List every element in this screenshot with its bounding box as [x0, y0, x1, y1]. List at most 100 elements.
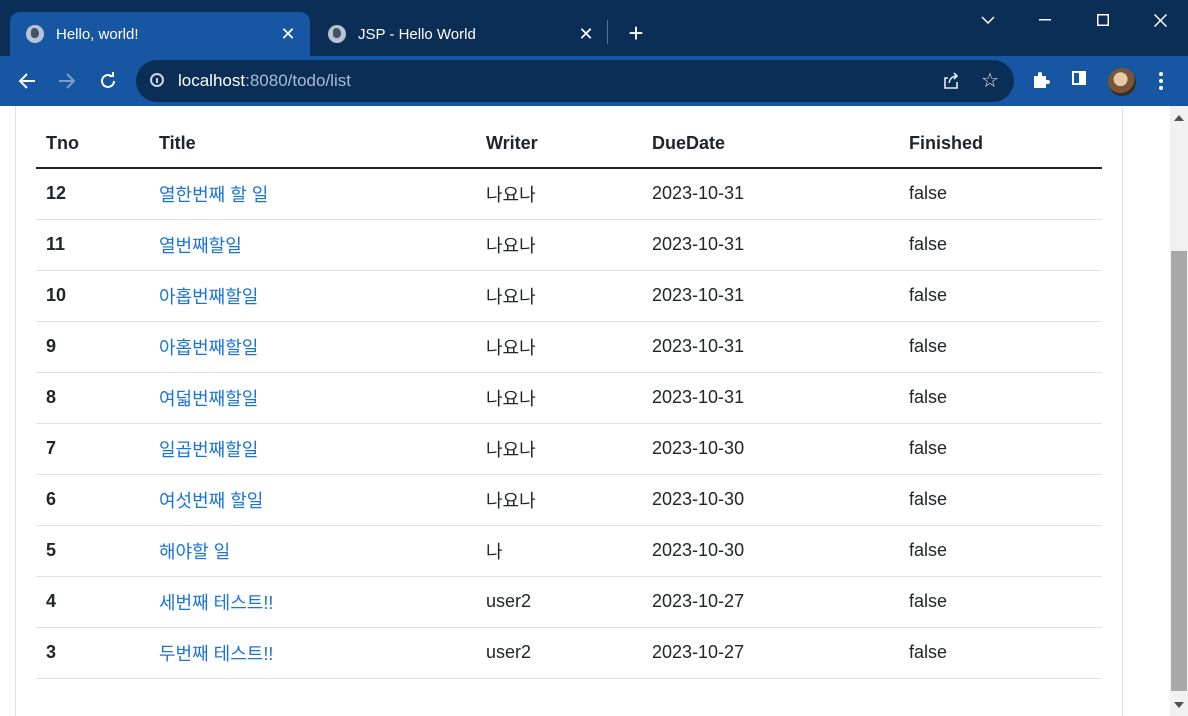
cell-finished: false [899, 270, 1102, 322]
minimize-icon [1039, 19, 1051, 21]
table-row: 3 두번째 테스트!! user2 2023-10-27 false [36, 627, 1102, 679]
cell-finished: false [899, 576, 1102, 628]
todo-title-link[interactable]: 열한번째 할 일 [159, 185, 268, 205]
cell-tno: 5 [36, 525, 149, 577]
table-row: 7 일곱번째할일 나요나 2023-10-30 false [36, 423, 1102, 475]
cell-finished: false [899, 474, 1102, 526]
address-bar[interactable]: localhost:8080/todo/list ☆ [136, 60, 1014, 102]
cell-title: 열한번째 할 일 [149, 168, 476, 220]
cell-tno: 11 [36, 219, 149, 271]
cell-writer: 나요나 [476, 270, 642, 322]
profile-avatar[interactable] [1108, 68, 1136, 96]
cell-title: 아홉번째할일 [149, 321, 476, 373]
cell-duedate: 2023-10-30 [642, 525, 899, 577]
tab-divider [607, 20, 608, 44]
cell-duedate: 2023-10-30 [642, 474, 899, 526]
table-row: 5 해야할 일 나 2023-10-30 false [36, 525, 1102, 577]
header-finished: Finished [899, 120, 1102, 169]
scroll-down-arrow-icon[interactable] [1174, 702, 1184, 708]
scroll-thumb[interactable] [1171, 251, 1187, 691]
cell-finished: false [899, 168, 1102, 220]
forward-button[interactable] [52, 66, 82, 96]
table-row: 11 열번째할일 나요나 2023-10-31 false [36, 219, 1102, 271]
cell-tno: 10 [36, 270, 149, 322]
reload-button[interactable] [93, 66, 123, 96]
cell-tno: 9 [36, 321, 149, 373]
star-icon[interactable]: ☆ [981, 68, 999, 93]
cell-duedate: 2023-10-27 [642, 627, 899, 679]
cell-duedate: 2023-10-31 [642, 270, 899, 322]
header-writer: Writer [476, 120, 642, 169]
side-panel-icon[interactable] [1072, 71, 1086, 85]
tab-search-button[interactable] [965, 6, 1011, 34]
tab-jsp-hello-world[interactable]: JSP - Hello World ✕ [312, 12, 608, 56]
todo-title-link[interactable]: 일곱번째할일 [159, 440, 258, 460]
close-window-button[interactable] [1137, 6, 1183, 34]
close-icon [1153, 13, 1167, 27]
cell-writer: 나 [476, 525, 642, 577]
close-icon[interactable]: ✕ [576, 24, 596, 44]
table-header-row: Tno Title Writer DueDate Finished [36, 120, 1102, 169]
close-icon[interactable]: ✕ [278, 24, 298, 44]
cell-tno: 8 [36, 372, 149, 424]
todo-title-link[interactable]: 세번째 테스트!! [159, 593, 273, 613]
cell-finished: false [899, 219, 1102, 271]
table-row: 10 아홉번째할일 나요나 2023-10-31 false [36, 270, 1102, 322]
table-row: 6 여섯번째 할일 나요나 2023-10-30 false [36, 474, 1102, 526]
todo-title-link[interactable]: 여덟번째할일 [159, 389, 258, 409]
cell-tno: 4 [36, 576, 149, 628]
cell-finished: false [899, 372, 1102, 424]
cell-writer: 나요나 [476, 219, 642, 271]
menu-icon[interactable] [1156, 68, 1166, 94]
cell-duedate: 2023-10-31 [642, 219, 899, 271]
cell-duedate: 2023-10-31 [642, 321, 899, 373]
minimize-button[interactable] [1022, 6, 1068, 34]
site-info-icon[interactable] [150, 73, 164, 87]
url-host: localhost [178, 71, 246, 90]
maximize-button[interactable] [1080, 6, 1126, 34]
todo-title-link[interactable]: 두번째 테스트!! [159, 644, 273, 664]
cell-title: 여섯번째 할일 [149, 474, 476, 526]
cell-duedate: 2023-10-31 [642, 168, 899, 220]
table-row: 12 열한번째 할 일 나요나 2023-10-31 false [36, 168, 1102, 220]
todo-title-link[interactable]: 아홉번째할일 [159, 287, 258, 307]
url-text[interactable]: localhost:8080/todo/list [178, 71, 351, 91]
globe-icon [26, 25, 44, 43]
todo-title-link[interactable]: 여섯번째 할일 [159, 491, 263, 511]
todo-title-link[interactable]: 해야할 일 [159, 542, 230, 562]
cell-finished: false [899, 525, 1102, 577]
scroll-up-arrow-icon[interactable] [1174, 115, 1184, 121]
extensions-icon[interactable] [1030, 69, 1052, 91]
cell-tno: 7 [36, 423, 149, 475]
table-row: 4 세번째 테스트!! user2 2023-10-27 false [36, 576, 1102, 628]
share-icon[interactable] [942, 72, 960, 90]
browser-toolbar: localhost:8080/todo/list ☆ [0, 56, 1188, 106]
cell-writer: user2 [476, 627, 642, 679]
arrow-right-icon [59, 73, 76, 89]
cell-finished: false [899, 627, 1102, 679]
page-scrollbar[interactable] [1170, 106, 1188, 716]
card-border-left [15, 106, 16, 716]
cell-title: 해야할 일 [149, 525, 476, 577]
todo-title-link[interactable]: 아홉번째할일 [159, 338, 258, 358]
tab-hello-world[interactable]: Hello, world! ✕ [10, 12, 310, 56]
globe-icon [328, 25, 346, 43]
cell-duedate: 2023-10-31 [642, 372, 899, 424]
todo-table: Tno Title Writer DueDate Finished 12 열한번… [36, 120, 1102, 679]
table-row: 9 아홉번째할일 나요나 2023-10-31 false [36, 321, 1102, 373]
todo-title-link[interactable]: 열번째할일 [159, 236, 242, 256]
new-tab-button[interactable]: + [622, 20, 650, 46]
maximize-icon [1097, 14, 1109, 26]
header-duedate: DueDate [642, 120, 899, 169]
header-title: Title [149, 120, 476, 169]
cell-title: 아홉번째할일 [149, 270, 476, 322]
cell-writer: 나요나 [476, 321, 642, 373]
tab-title: Hello, world! [56, 25, 139, 43]
cell-title: 여덟번째할일 [149, 372, 476, 424]
cell-tno: 12 [36, 168, 149, 220]
cell-writer: 나요나 [476, 372, 642, 424]
arrow-left-icon [18, 73, 35, 89]
back-button[interactable] [12, 66, 42, 96]
cell-title: 세번째 테스트!! [149, 576, 476, 628]
cell-title: 두번째 테스트!! [149, 627, 476, 679]
